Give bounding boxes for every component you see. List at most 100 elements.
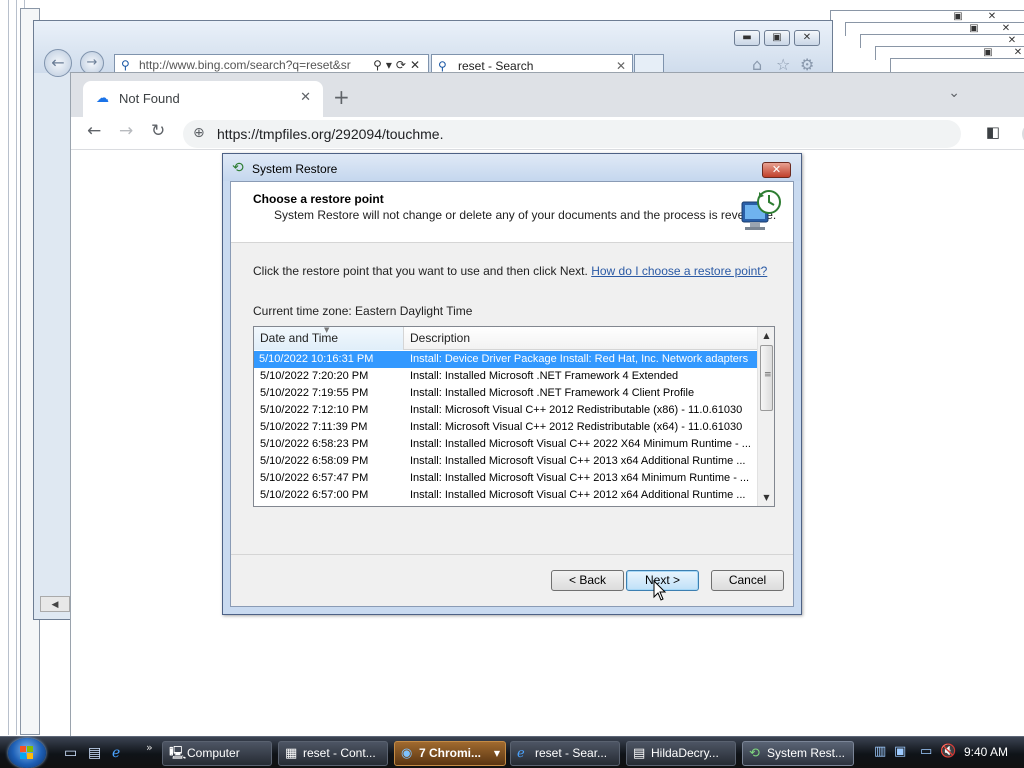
taskbar-item-control-panel[interactable]: ▦ reset - Cont... [278,741,388,766]
mouse-cursor-icon [653,580,667,601]
side-panel-icon[interactable]: ◧ [986,123,1000,141]
sort-arrow-icon: ▼ [324,326,330,334]
row-date: 5/10/2022 6:58:23 PM [260,438,369,450]
reload-icon[interactable]: ↻ [151,121,165,141]
switch-windows-icon[interactable]: ▤ [88,745,101,761]
taskbar-item-hildadecry[interactable]: ▤ HildaDecry... [626,741,736,766]
network-icon[interactable]: ▣ [894,744,906,759]
taskbar-item-computer[interactable]: 🖳 Computer [162,741,272,766]
row-description: Install: Microsoft Visual C++ 2012 Redis… [410,404,743,416]
ie-quicklaunch-icon[interactable]: ℯ [112,745,120,761]
dialog-close-button[interactable]: ✕ [762,162,791,178]
taskbar-item-label: 7 Chromi... [419,746,482,760]
dialog-heading: Choose a restore point [253,192,384,206]
row-date: 5/10/2022 7:11:39 PM [260,421,368,433]
omnibox-url: https://tmpfiles.org/292094/touchme. [217,126,444,142]
table-row[interactable]: 5/10/2022 7:20:20 PM Install: Installed M… [254,368,758,385]
column-header-description[interactable]: Description [404,327,758,350]
chromium-toolbar: ← → ↻ ⊕ https://tmpfiles.org/292094/touc… [71,117,1024,150]
table-row[interactable]: 5/10/2022 6:57:47 PM Install: Installed M… [254,470,758,487]
timezone-label: Current time zone: Eastern Daylight Time [253,304,473,318]
start-button[interactable] [8,738,46,768]
volume-muted-icon[interactable]: 🔇 [940,744,956,759]
close-icon[interactable]: ✕ [300,90,311,105]
cancel-button[interactable]: Cancel [711,570,784,591]
table-row[interactable]: 5/10/2022 6:57:00 PM Install: Installed M… [254,487,758,504]
taskbar-item-ie-search[interactable]: ℯ reset - Sear... [510,741,620,766]
taskbar-item-label: reset - Cont... [303,746,376,760]
cloud-upload-icon: ☁ [96,91,109,106]
row-description: Install: Installed Microsoft Visual C++ … [410,455,746,467]
ie-icon: ℯ [517,746,525,761]
restore-point-list[interactable]: ▼ Date and Time Description 5/10/2022 10… [253,326,775,507]
taskbar-item-label: Computer [187,746,240,760]
help-link[interactable]: How do I choose a restore point? [591,264,767,278]
taskbar-item-label: System Rest... [767,746,846,760]
row-description: Install: Installed Microsoft Visual C++ … [410,489,746,501]
taskbar-item-label: HildaDecry... [651,746,719,760]
taskbar-item-system-restore[interactable]: ⟲ System Rest... [742,741,854,766]
chromium-tab-strip: ☁ Not Found ✕ + ⌄ [71,73,1024,117]
dialog-intro-text: Click the restore point that you want to… [253,264,588,278]
background-window-close-icon[interactable]: ✕ [984,12,1000,24]
taskbar-item-label: reset - Sear... [535,746,608,760]
ie-minimize-button[interactable]: ▬ [734,30,760,46]
chevron-down-icon[interactable]: ⌄ [948,85,960,101]
taskbar-item-chromium-group[interactable]: ◉ 7 Chromi... ▼ [394,741,506,766]
row-date: 5/10/2022 7:12:10 PM [260,404,369,416]
row-description: Install: Microsoft Visual C++ 2012 Redis… [410,421,743,433]
row-date: 5/10/2022 6:57:00 PM [260,489,369,501]
ie-maximize-button[interactable]: ▣ [764,30,790,46]
background-window-close-icon[interactable]: ✕ [1010,48,1024,60]
background-window-maximize-icon[interactable]: ▣ [950,12,966,24]
clock[interactable]: 9:40 AM [964,745,1008,759]
tab-not-found[interactable]: ☁ Not Found ✕ [83,81,323,117]
dialog-body: Choose a restore point System Restore wi… [230,181,794,607]
list-header: ▼ Date and Time Description [254,327,758,350]
dialog-subheading: System Restore will not change or delete… [274,208,777,222]
background-window-maximize-icon[interactable]: ▣ [966,24,982,36]
table-row[interactable]: 5/10/2022 10:16:31 PM Install: Device Dri… [254,351,758,368]
computer-icon: 🖳 [169,746,187,761]
ie-tab-title: reset - Search [458,59,534,73]
system-restore-icon: ⟲ [749,746,760,761]
display-icon[interactable]: ▭ [920,744,932,759]
row-date: 5/10/2022 6:58:09 PM [260,455,369,467]
table-row[interactable]: 5/10/2022 7:12:10 PM Install: Microsoft V… [254,402,758,419]
dialog-header: Choose a restore point System Restore wi… [231,182,793,243]
row-date: 5/10/2022 7:20:20 PM [260,370,369,382]
row-description: Install: Installed Microsoft Visual C++ … [410,438,751,450]
system-restore-icon: ⟲ [232,160,244,176]
table-row[interactable]: 5/10/2022 6:58:09 PM Install: Installed M… [254,453,758,470]
dialog-intro: Click the restore point that you want to… [253,264,767,278]
chromium-icon: ◉ [401,746,413,761]
background-window-edge [890,58,1024,72]
scroll-thumb[interactable]: ≡ [760,345,773,411]
dialog-title-bar[interactable]: ⟲ System Restore ✕ [223,154,801,181]
row-date: 5/10/2022 6:57:47 PM [260,472,369,484]
chevron-down-icon: ▼ [493,749,500,758]
network-icon[interactable]: ▥ [874,744,886,759]
scroll-down-arrow-icon[interactable]: ▼ [758,489,774,506]
table-row[interactable]: 5/10/2022 6:58:23 PM Install: Installed M… [254,436,758,453]
omnibox[interactable]: ⊕ https://tmpfiles.org/292094/touchme. [183,120,961,148]
table-row[interactable]: 5/10/2022 7:19:55 PM Install: Installed M… [254,385,758,402]
column-header-date[interactable]: ▼ Date and Time [254,327,404,350]
back-arrow-icon[interactable]: ← [87,121,101,141]
new-tab-button[interactable]: + [333,85,350,109]
tab-title: Not Found [119,91,180,106]
ie-close-button[interactable]: ✕ [794,30,820,46]
background-window-maximize-icon[interactable]: ▣ [980,48,996,60]
scroll-up-arrow-icon[interactable]: ▲ [758,327,774,344]
back-button[interactable]: < Back [551,570,624,591]
ie-back-button[interactable]: ← [44,49,72,77]
globe-icon[interactable]: ⊕ [193,125,205,141]
row-date: 5/10/2022 7:19:55 PM [260,387,369,399]
show-desktop-icon[interactable]: ▭ [64,745,77,761]
table-row[interactable]: 5/10/2022 7:11:39 PM Install: Microsoft V… [254,419,758,436]
quicklaunch-more-icon[interactable]: » [146,741,153,754]
windows-logo-icon [20,746,33,759]
ie-scroll-left-button[interactable]: ◀ [40,596,70,612]
forward-arrow-icon[interactable]: → [119,121,133,141]
list-vertical-scrollbar[interactable]: ▲ ≡ ▼ [757,327,774,506]
